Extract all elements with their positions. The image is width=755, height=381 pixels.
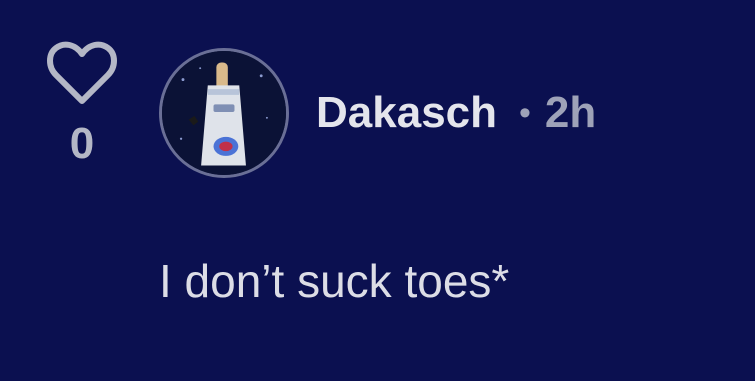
like-column: 0 — [40, 40, 124, 180]
like-button[interactable] — [40, 40, 124, 110]
heart-outline-icon — [47, 41, 117, 104]
separator-dot: • — [519, 94, 531, 132]
comment-card: 0 Dakasch • 2h I don’t suck toes* — [0, 0, 755, 381]
like-count: 0 — [69, 119, 95, 168]
comment-meta: Dakasch • 2h — [316, 85, 596, 141]
comment-text: I don’t suck toes* — [159, 255, 510, 307]
avatar[interactable] — [159, 48, 289, 178]
username-link[interactable]: Dakasch — [316, 91, 497, 135]
avatar-image — [162, 51, 286, 175]
timestamp: 2h — [544, 88, 597, 137]
